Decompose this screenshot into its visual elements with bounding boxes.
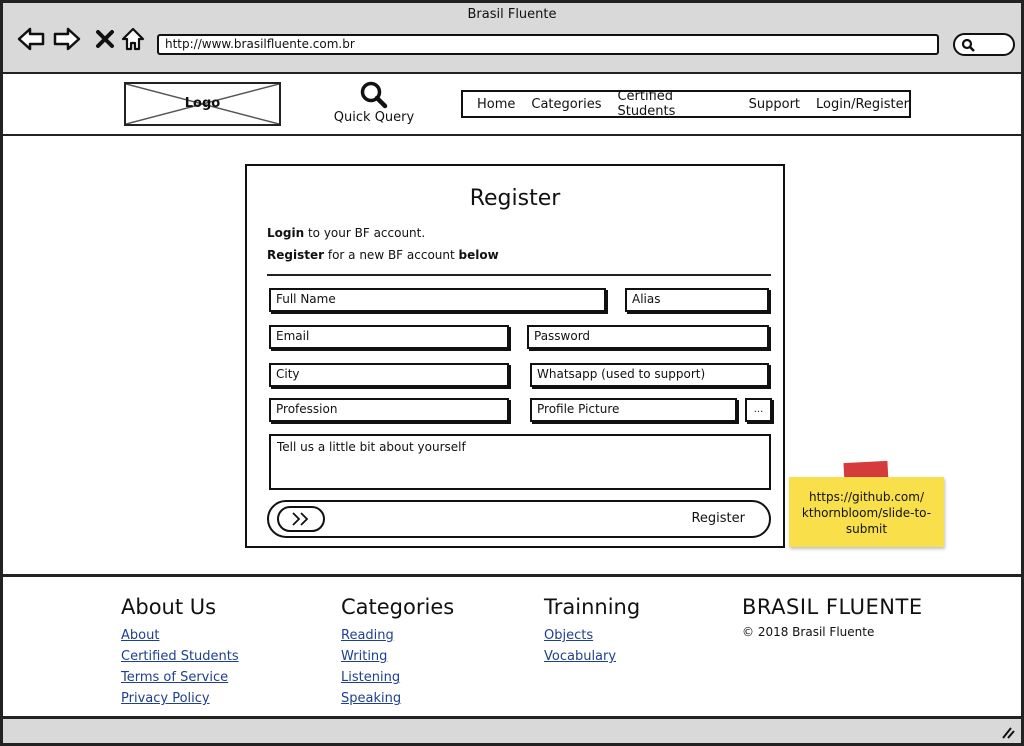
footer-link-writing[interactable]: Writing: [341, 646, 454, 667]
address-bar[interactable]: http://www.brasilfluente.com.br: [157, 34, 939, 55]
divider: [267, 274, 771, 276]
logo-text: Logo: [184, 96, 221, 111]
email-field[interactable]: Email: [269, 325, 509, 349]
footer-link-privacy[interactable]: Privacy Policy: [121, 688, 239, 709]
register-below: below: [458, 248, 499, 262]
footer-link-objects[interactable]: Objects: [544, 625, 640, 646]
search-icon: [961, 38, 975, 52]
nav-certified-students[interactable]: Certified Students: [617, 89, 732, 119]
footer-training-title: Trainning: [544, 595, 641, 619]
footer-link-listening[interactable]: Listening: [341, 667, 454, 688]
register-card: Register Login to your BF account. Regis…: [245, 164, 785, 548]
footer-about-title: About Us: [121, 595, 217, 619]
footer-link-speaking[interactable]: Speaking: [341, 688, 454, 709]
register-title: Register: [469, 186, 561, 211]
footer-brand-title: BRASIL FLUENTE: [742, 595, 923, 619]
sticky-note: https://github.com/ kthornbloom/slide-to…: [789, 477, 944, 547]
register-hint: Register for a new BF account below: [267, 248, 499, 262]
submit-label: Register: [691, 511, 745, 526]
whatsapp-field[interactable]: Whatsapp (used to support): [530, 363, 769, 387]
logo-placeholder[interactable]: Logo: [124, 82, 281, 126]
nav-support[interactable]: Support: [749, 97, 800, 112]
search-icon: [360, 81, 388, 109]
footer-training: Trainning Objects Vocabulary: [544, 595, 640, 667]
footer-link-terms[interactable]: Terms of Service: [121, 667, 239, 688]
resize-grip-icon[interactable]: [1001, 727, 1015, 739]
back-icon[interactable]: [17, 25, 45, 53]
login-rest: to your BF account.: [304, 226, 426, 240]
browse-button[interactable]: ...: [745, 398, 772, 422]
city-field[interactable]: City: [269, 363, 509, 387]
login-hint: Login to your BF account.: [267, 226, 425, 240]
register-mid: for a new BF account: [324, 248, 459, 262]
site-header: Logo Quick Query Home Categories Certifi…: [0, 74, 1024, 136]
close-icon[interactable]: [91, 25, 119, 53]
nav-categories[interactable]: Categories: [531, 97, 601, 112]
full-name-field[interactable]: Full Name: [269, 288, 606, 312]
footer-categories: Categories Reading Writing Listening Spe…: [341, 595, 454, 709]
site-footer: About Us About Certified Students Terms …: [0, 574, 1024, 718]
chevron-double-right-icon: [292, 512, 309, 526]
footer-link-vocabulary[interactable]: Vocabulary: [544, 646, 640, 667]
alias-field[interactable]: Alias: [625, 288, 769, 312]
footer-brand: BRASIL FLUENTE © 2018 Brasil Fluente: [742, 595, 923, 639]
home-icon[interactable]: [119, 25, 147, 53]
nav-login-register[interactable]: Login/Register: [816, 97, 909, 112]
profession-field[interactable]: Profession: [269, 398, 509, 422]
about-textarea[interactable]: Tell us a little bit about yourself: [269, 434, 771, 490]
footer-link-about[interactable]: About: [121, 625, 239, 646]
quick-query-label: Quick Query: [333, 110, 415, 125]
browser-search-field[interactable]: [953, 33, 1015, 56]
copyright: © 2018 Brasil Fluente: [742, 625, 875, 639]
top-navigation: Home Categories Certified Students Suppo…: [461, 89, 911, 119]
footer-about: About Us About Certified Students Terms …: [121, 595, 239, 709]
profile-picture-field[interactable]: Profile Picture: [530, 398, 737, 422]
password-field[interactable]: Password: [527, 325, 769, 349]
nav-home[interactable]: Home: [477, 97, 515, 112]
window-title: Brasil Fluente: [467, 7, 557, 22]
register-bold: Register: [267, 248, 325, 262]
footer-link-certified-students[interactable]: Certified Students: [121, 646, 239, 667]
slide-to-submit[interactable]: Register: [267, 500, 771, 538]
forward-icon[interactable]: [53, 25, 81, 53]
footer-categories-title: Categories: [341, 595, 455, 619]
quick-query-button[interactable]: Quick Query: [329, 80, 419, 125]
login-bold: Login: [267, 226, 305, 240]
browser-titlebar: Brasil Fluente http://www.brasilfluente.…: [0, 0, 1024, 74]
slider-knob[interactable]: [277, 506, 325, 532]
browser-statusbar: [0, 716, 1024, 746]
footer-link-reading[interactable]: Reading: [341, 625, 454, 646]
